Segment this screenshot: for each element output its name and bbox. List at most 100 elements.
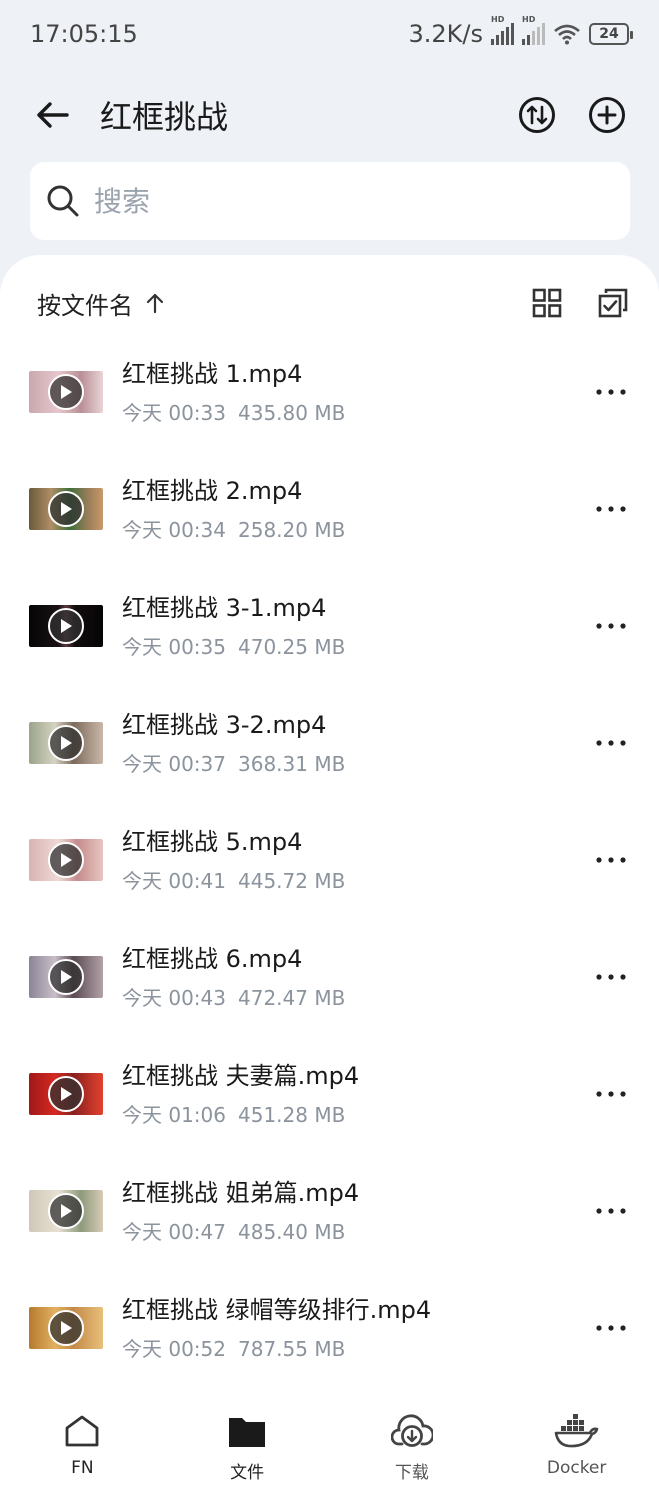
file-name: 红框挑战 3-1.mp4 xyxy=(122,593,327,622)
file-size: 787.55 MB xyxy=(238,1336,346,1361)
play-icon xyxy=(48,724,84,761)
play-icon xyxy=(48,490,84,527)
more-horizontal-icon xyxy=(596,1090,626,1097)
grid-icon xyxy=(532,288,562,318)
multi-select-button[interactable] xyxy=(595,285,631,321)
file-time: 今天 00:35 xyxy=(122,634,226,659)
more-horizontal-icon xyxy=(596,505,626,512)
more-button[interactable] xyxy=(591,1074,631,1114)
more-horizontal-icon xyxy=(596,1324,626,1331)
signal-hd-tag: HD xyxy=(491,15,505,24)
video-thumbnail xyxy=(29,721,103,764)
file-size: 470.25 MB xyxy=(238,634,346,659)
file-row[interactable]: 红框挑战 绿帽等级排行.mp4 今天 00:52 787.55 MB xyxy=(0,1269,659,1386)
more-horizontal-icon xyxy=(596,622,626,629)
file-row[interactable]: 红框挑战 3-1.mp4 今天 00:35 470.25 MB xyxy=(0,567,659,684)
file-time: 今天 00:37 xyxy=(122,751,226,776)
nav-label: Docker xyxy=(546,1458,607,1478)
video-thumbnail xyxy=(29,487,103,530)
more-horizontal-icon xyxy=(596,973,626,980)
file-list: 红框挑战 1.mp4 今天 00:33 435.80 MB 红框挑战 2.mp4 … xyxy=(0,333,659,1386)
file-time: 今天 00:41 xyxy=(122,868,226,893)
sort-toolbar: 按文件名 xyxy=(37,283,631,323)
nav-item-files[interactable]: 文件 xyxy=(165,1390,330,1500)
file-time: 今天 00:33 xyxy=(122,400,226,425)
video-thumbnail xyxy=(29,370,103,413)
more-button[interactable] xyxy=(591,606,631,646)
file-time: 今天 00:34 xyxy=(122,517,226,542)
nav-label: FN xyxy=(71,1458,94,1478)
more-button[interactable] xyxy=(591,723,631,763)
app-header: 红框挑战 xyxy=(0,80,659,150)
sort-direction-button[interactable] xyxy=(145,292,165,314)
status-indicators: 3.2K/s HD HD 24 xyxy=(408,15,633,48)
file-row[interactable]: 红框挑战 2.mp4 今天 00:34 258.20 MB xyxy=(0,450,659,567)
plus-circle-icon xyxy=(589,97,625,133)
file-name: 红框挑战 姐弟篇.mp4 xyxy=(122,1178,360,1207)
play-icon xyxy=(48,373,84,410)
docker-icon xyxy=(554,1414,598,1448)
file-name: 红框挑战 绿帽等级排行.mp4 xyxy=(122,1295,432,1324)
more-button[interactable] xyxy=(591,489,631,529)
transfer-icon xyxy=(519,97,555,133)
cloud-download-icon xyxy=(390,1414,433,1447)
back-button[interactable] xyxy=(28,91,76,139)
nav-label: 文件 xyxy=(230,1463,265,1483)
file-row[interactable]: 红框挑战 6.mp4 今天 00:43 472.47 MB xyxy=(0,918,659,1035)
file-time: 今天 00:52 xyxy=(122,1336,226,1361)
battery-icon: 24 xyxy=(589,23,633,45)
transfer-button[interactable] xyxy=(513,91,561,139)
file-row[interactable]: 红框挑战 1.mp4 今天 00:33 435.80 MB xyxy=(0,333,659,450)
more-button[interactable] xyxy=(591,840,631,880)
checkbox-multiple-icon xyxy=(598,288,628,318)
grid-view-button[interactable] xyxy=(529,285,565,321)
file-time: 今天 00:43 xyxy=(122,985,226,1010)
play-icon xyxy=(48,841,84,878)
video-thumbnail xyxy=(29,1072,103,1115)
arrow-up-icon xyxy=(146,293,164,314)
file-name: 红框挑战 2.mp4 xyxy=(122,476,303,505)
more-button[interactable] xyxy=(591,957,631,997)
nav-item-fn[interactable]: FN xyxy=(0,1390,165,1500)
video-thumbnail xyxy=(29,1189,103,1232)
file-row[interactable]: 红框挑战 姐弟篇.mp4 今天 00:47 485.40 MB xyxy=(0,1152,659,1269)
more-button[interactable] xyxy=(591,1191,631,1231)
file-row[interactable]: 红框挑战 3-2.mp4 今天 00:37 368.31 MB xyxy=(0,684,659,801)
signal-2-icon: HD xyxy=(522,15,545,45)
more-horizontal-icon xyxy=(596,856,626,863)
signal-2-hd-tag: HD xyxy=(522,15,536,24)
more-button[interactable] xyxy=(591,1308,631,1348)
nav-item-docker[interactable]: Docker xyxy=(494,1390,659,1500)
search-icon xyxy=(47,185,79,217)
nav-item-download[interactable]: 下载 xyxy=(330,1390,495,1500)
file-panel: 按文件名 红框挑战 1.mp4 今天 00:33 435.80 MB 红框挑战 … xyxy=(0,255,659,1390)
signal-icon: HD xyxy=(491,15,514,45)
play-icon xyxy=(48,1075,84,1112)
video-thumbnail xyxy=(29,955,103,998)
status-time: 17:05:15 xyxy=(30,20,138,48)
file-row[interactable]: 红框挑战 夫妻篇.mp4 今天 01:06 451.28 MB xyxy=(0,1035,659,1152)
home-icon xyxy=(65,1415,99,1447)
arrow-left-icon xyxy=(37,102,69,128)
more-button[interactable] xyxy=(591,372,631,412)
search-input[interactable] xyxy=(94,184,574,218)
file-name: 红框挑战 1.mp4 xyxy=(122,359,303,388)
file-size: 258.20 MB xyxy=(238,517,346,542)
status-bar: 17:05:15 3.2K/s HD HD 24 xyxy=(0,0,659,68)
video-thumbnail xyxy=(29,1306,103,1349)
network-speed: 3.2K/s xyxy=(408,20,484,48)
file-size: 435.80 MB xyxy=(238,400,346,425)
file-name: 红框挑战 3-2.mp4 xyxy=(122,710,327,739)
file-row[interactable]: 红框挑战 5.mp4 今天 00:41 445.72 MB xyxy=(0,801,659,918)
sort-label[interactable]: 按文件名 xyxy=(37,286,133,321)
file-size: 451.28 MB xyxy=(238,1102,346,1127)
more-horizontal-icon xyxy=(596,739,626,746)
file-size: 485.40 MB xyxy=(238,1219,346,1244)
search-bar[interactable] xyxy=(30,162,630,240)
add-button[interactable] xyxy=(583,91,631,139)
play-icon xyxy=(48,958,84,995)
nav-label: 下载 xyxy=(394,1463,429,1483)
file-name: 红框挑战 6.mp4 xyxy=(122,944,303,973)
bottom-nav: FN 文件 下载 Docker xyxy=(0,1390,659,1500)
file-size: 445.72 MB xyxy=(238,868,346,893)
